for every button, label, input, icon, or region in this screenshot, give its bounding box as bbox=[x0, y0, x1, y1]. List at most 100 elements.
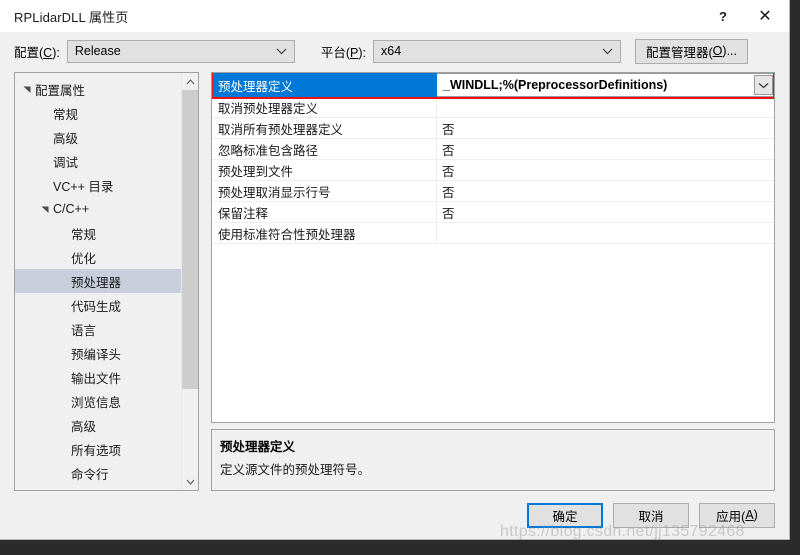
tree-item[interactable]: VC++ 目录 bbox=[15, 173, 198, 197]
property-name: 忽略标准包含路径 bbox=[212, 139, 437, 159]
tree-item[interactable]: 所有选项 bbox=[15, 437, 198, 461]
property-row[interactable]: 保留注释否 bbox=[212, 202, 774, 223]
property-row[interactable]: 使用标准符合性预处理器 bbox=[212, 223, 774, 244]
tree-item-label: 预编译头 bbox=[71, 347, 122, 362]
chevron-down-icon bbox=[276, 41, 287, 62]
property-tree[interactable]: 配置属性 常规 高级 调试 VC++ 目录 C/C++ 常规 优化 预处理器 代码生成 语言 预编译头… bbox=[15, 73, 198, 490]
tree-item[interactable]: 输出文件 bbox=[15, 365, 198, 389]
property-value bbox=[437, 97, 774, 117]
tree-item-label: C/C++ bbox=[53, 202, 90, 216]
tree-item[interactable]: 常规 bbox=[15, 101, 198, 125]
tree-vertical-scrollbar[interactable] bbox=[181, 73, 198, 490]
property-value[interactable]: _WINDLL;%(PreprocessorDefinitions) bbox=[437, 73, 774, 97]
tree-item-label: 浏览信息 bbox=[71, 395, 122, 410]
scroll-up-icon[interactable] bbox=[182, 73, 198, 90]
property-row-selected[interactable]: 预处理器定义 _WINDLL;%(PreprocessorDefinitions) bbox=[212, 73, 774, 97]
scroll-down-icon[interactable] bbox=[182, 473, 198, 490]
tree-item-label: 常规 bbox=[53, 107, 79, 122]
desktop-right-edge bbox=[790, 0, 800, 555]
property-row[interactable]: 取消所有预处理器定义否 bbox=[212, 118, 774, 139]
tree-item-label: 调试 bbox=[53, 155, 79, 170]
property-row[interactable]: 预处理到文件否 bbox=[212, 160, 774, 181]
tree-item-label: 链接器 bbox=[53, 488, 91, 491]
description-text: 定义源文件的预处理符号。 bbox=[220, 463, 371, 477]
tree-item-label: 代码生成 bbox=[71, 299, 122, 314]
tree-item[interactable]: 浏览信息 bbox=[15, 389, 198, 413]
tree-item[interactable]: 优化 bbox=[15, 245, 198, 269]
property-name: 预处理器定义 bbox=[212, 73, 437, 97]
tree-expanded-arrow-icon[interactable] bbox=[37, 204, 53, 214]
cancel-button[interactable]: 取消 bbox=[613, 502, 689, 528]
tree-item-label: 高级 bbox=[53, 131, 79, 146]
tree-item[interactable]: 常规 bbox=[15, 221, 198, 245]
property-grid-rows: 预处理器定义 _WINDLL;%(PreprocessorDefinitions)… bbox=[212, 73, 774, 244]
configuration-value: Release bbox=[74, 44, 121, 58]
tree-item-label: 配置属性 bbox=[35, 83, 86, 98]
configuration-label: 配置(C): bbox=[14, 45, 60, 60]
tree-item-label: 输出文件 bbox=[71, 371, 122, 386]
title-bar-buttons: ? ✕ bbox=[701, 0, 789, 32]
scrollbar-track[interactable] bbox=[182, 90, 198, 473]
configuration-toolbar: 配置(C): Release 平台(P): x64 配置管理器(O)... bbox=[0, 32, 789, 70]
property-value: 否 bbox=[442, 143, 455, 158]
description-title: 预处理器定义 bbox=[220, 440, 296, 454]
tree-item-label: 语言 bbox=[71, 323, 97, 338]
property-row[interactable]: 取消预处理器定义 bbox=[212, 97, 774, 118]
property-pages-dialog: RPLidarDLL 属性页 ? ✕ 配置(C): Release 平台(P):… bbox=[0, 0, 790, 540]
dialog-title: RPLidarDLL 属性页 bbox=[14, 9, 129, 25]
property-value: 否 bbox=[442, 206, 455, 221]
tree-item[interactable]: 代码生成 bbox=[15, 293, 198, 317]
platform-combobox[interactable]: x64 bbox=[373, 39, 621, 63]
tree-item[interactable]: 高级 bbox=[15, 413, 198, 437]
dialog-footer: https://blog.csdn.net/jj135792468 确定 取消 … bbox=[0, 491, 789, 540]
tree-item[interactable]: 命令行 bbox=[15, 461, 198, 485]
property-grid[interactable]: 预处理器定义 _WINDLL;%(PreprocessorDefinitions)… bbox=[211, 72, 775, 423]
property-name: 预处理取消显示行号 bbox=[212, 181, 437, 201]
tree-item-label: 优化 bbox=[71, 251, 97, 266]
property-grid-pane: 预处理器定义 _WINDLL;%(PreprocessorDefinitions)… bbox=[211, 72, 775, 491]
tree-item[interactable]: 链接器 bbox=[15, 485, 198, 490]
property-value: 否 bbox=[442, 164, 455, 179]
property-name: 预处理到文件 bbox=[212, 160, 437, 180]
close-button[interactable]: ✕ bbox=[745, 0, 789, 32]
desktop-background: RPLidarDLL 属性页 ? ✕ 配置(C): Release 平台(P):… bbox=[0, 0, 800, 555]
property-name: 取消预处理器定义 bbox=[212, 97, 437, 117]
platform-label: 平台(P): bbox=[320, 45, 366, 60]
help-button[interactable]: ? bbox=[701, 0, 745, 32]
property-tree-pane: 配置属性 常规 高级 调试 VC++ 目录 C/C++ 常规 优化 预处理器 代码生成 语言 预编译头… bbox=[14, 72, 199, 491]
tree-item-label: 预处理器 bbox=[71, 275, 122, 290]
configuration-manager-button[interactable]: 配置管理器(O)... bbox=[635, 38, 748, 64]
chevron-down-icon bbox=[602, 41, 613, 62]
tree-item[interactable]: 高级 bbox=[15, 125, 198, 149]
property-value: 否 bbox=[442, 185, 455, 200]
configuration-combobox[interactable]: Release bbox=[66, 39, 295, 63]
property-name: 取消所有预处理器定义 bbox=[212, 118, 437, 138]
title-bar: RPLidarDLL 属性页 ? ✕ bbox=[0, 0, 789, 32]
property-row[interactable]: 预处理取消显示行号否 bbox=[212, 181, 774, 202]
property-value-dropdown-button[interactable] bbox=[754, 75, 773, 95]
ok-button[interactable]: 确定 bbox=[527, 502, 603, 528]
tree-item[interactable]: 调试 bbox=[15, 149, 198, 173]
property-row[interactable]: 忽略标准包含路径否 bbox=[212, 139, 774, 160]
chevron-down-icon bbox=[758, 82, 769, 88]
desktop-bottom-edge bbox=[0, 540, 800, 555]
scrollbar-thumb[interactable] bbox=[182, 90, 198, 389]
property-name: 使用标准符合性预处理器 bbox=[212, 223, 437, 243]
tree-item[interactable]: C/C++ bbox=[15, 197, 198, 221]
tree-item[interactable]: 语言 bbox=[15, 317, 198, 341]
tree-item-label: 命令行 bbox=[71, 467, 109, 482]
tree-item[interactable]: 预编译头 bbox=[15, 341, 198, 365]
tree-item-label: 高级 bbox=[71, 419, 97, 434]
description-pane: 预处理器定义 定义源文件的预处理符号。 bbox=[211, 429, 775, 491]
property-name: 保留注释 bbox=[212, 202, 437, 222]
apply-button[interactable]: 应用(A) bbox=[699, 502, 775, 528]
dialog-body: 配置属性 常规 高级 调试 VC++ 目录 C/C++ 常规 优化 预处理器 代码生成 语言 预编译头… bbox=[0, 70, 789, 491]
platform-value: x64 bbox=[381, 44, 402, 58]
property-value bbox=[437, 223, 774, 243]
tree-item[interactable]: 配置属性 bbox=[15, 77, 198, 101]
tree-item-label: 常规 bbox=[71, 227, 97, 242]
tree-expanded-arrow-icon[interactable] bbox=[19, 84, 35, 94]
tree-item[interactable]: 预处理器 bbox=[15, 269, 198, 293]
tree-item-label: VC++ 目录 bbox=[53, 179, 114, 194]
property-value: 否 bbox=[442, 122, 455, 137]
